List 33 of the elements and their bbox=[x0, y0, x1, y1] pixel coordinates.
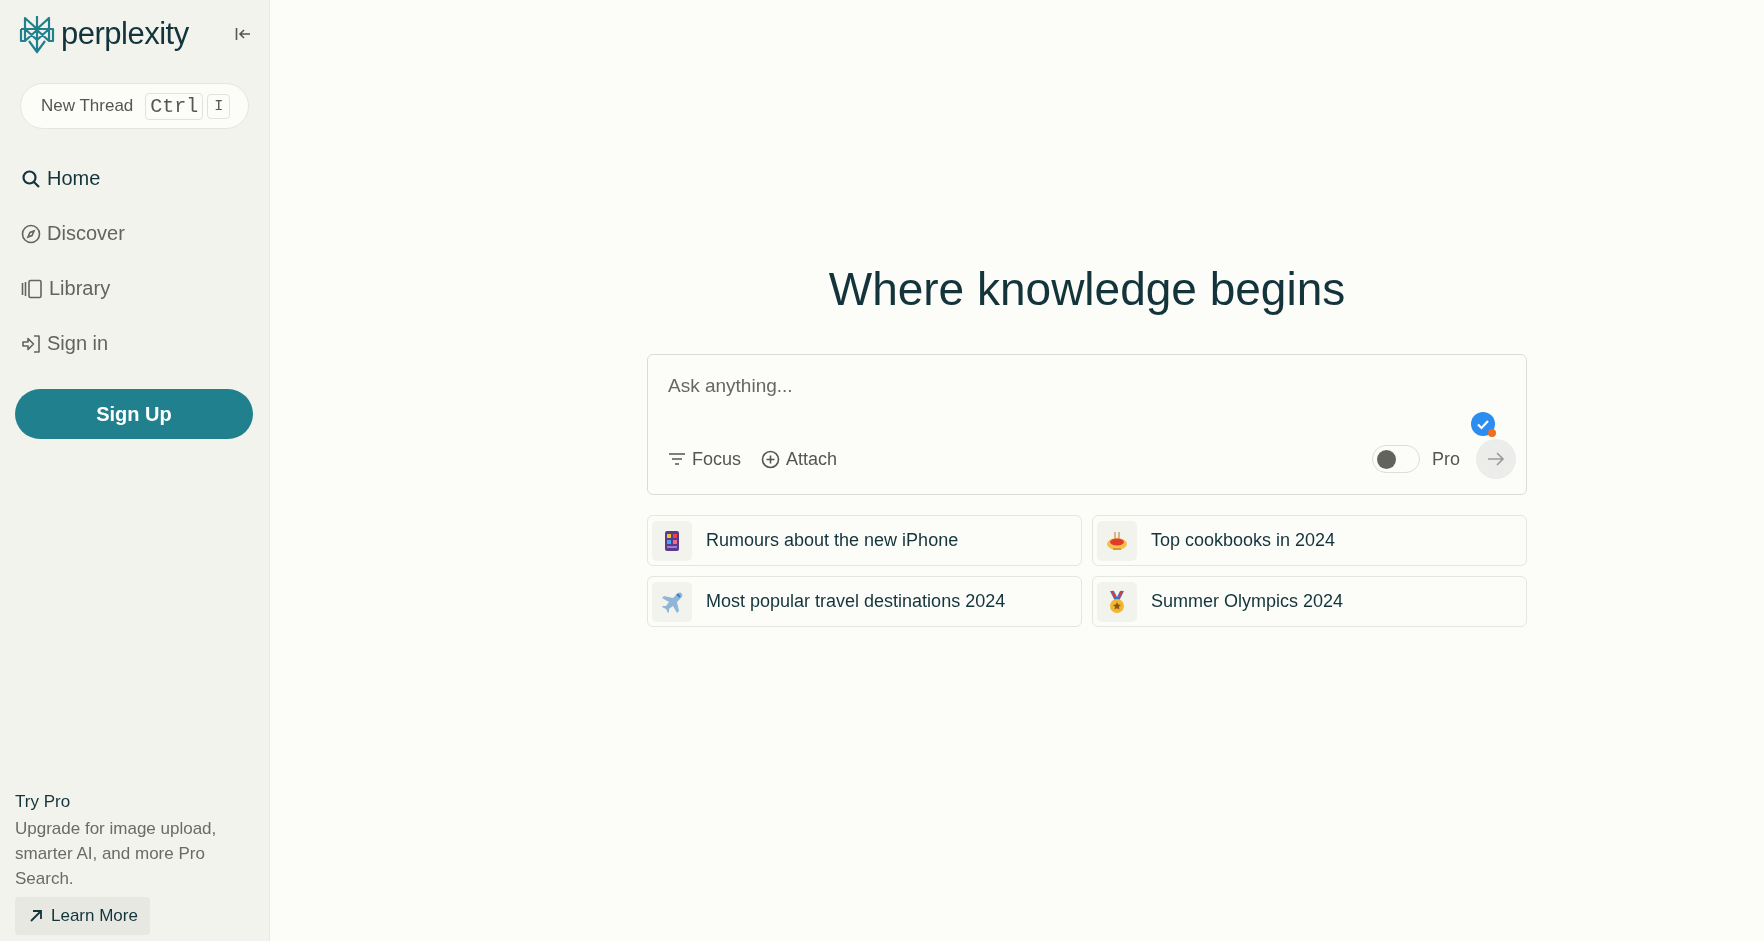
logo-icon bbox=[19, 14, 55, 54]
filter-icon bbox=[668, 451, 686, 467]
logo-text: perplexity bbox=[61, 16, 189, 52]
pro-label: Pro bbox=[1432, 448, 1460, 470]
suggestion-card[interactable]: Most popular travel destinations 2024 bbox=[647, 576, 1082, 627]
suggestion-card[interactable]: Top cookbooks in 2024 bbox=[1092, 515, 1527, 566]
ask-field[interactable]: Ask anything... bbox=[668, 373, 1516, 399]
sign-in-icon bbox=[21, 333, 41, 354]
collapse-sidebar-icon[interactable] bbox=[235, 27, 251, 41]
nav-item[interactable]: Sign in bbox=[15, 316, 253, 371]
promo-title: Try Pro bbox=[15, 792, 71, 812]
focus-button[interactable]: Focus bbox=[668, 448, 742, 470]
search-icon bbox=[21, 168, 41, 189]
compass-icon bbox=[21, 223, 41, 244]
promo-text: Upgrade for image upload, smarter AI, and more Pro Search. bbox=[15, 818, 218, 890]
page-heading: Where knowledge begins bbox=[828, 262, 1346, 316]
nav-item[interactable]: Discover bbox=[15, 206, 253, 261]
nav-item[interactable]: Library bbox=[15, 261, 253, 316]
sign-up-button[interactable]: Sign Up bbox=[15, 389, 253, 439]
plus-circle-icon bbox=[761, 449, 781, 469]
nav-item[interactable]: Home bbox=[15, 151, 253, 206]
pro-toggle[interactable] bbox=[1372, 445, 1420, 473]
phone-icon bbox=[664, 529, 680, 552]
arrow-right-icon bbox=[1487, 452, 1505, 466]
suggestion-card[interactable]: Summer Olympics 2024 bbox=[1092, 576, 1527, 627]
new-thread-button[interactable]: New Thread Ctrl I bbox=[20, 83, 249, 129]
bowl-icon bbox=[1105, 529, 1129, 552]
check-badge-icon bbox=[1470, 411, 1498, 439]
library-icon bbox=[21, 278, 43, 299]
attach-button[interactable]: Attach bbox=[761, 448, 838, 470]
learn-more-button[interactable]: Learn More bbox=[15, 897, 150, 935]
suggestion-card[interactable]: Rumours about the new iPhone bbox=[647, 515, 1082, 566]
arrow-up-right-icon bbox=[29, 909, 43, 923]
